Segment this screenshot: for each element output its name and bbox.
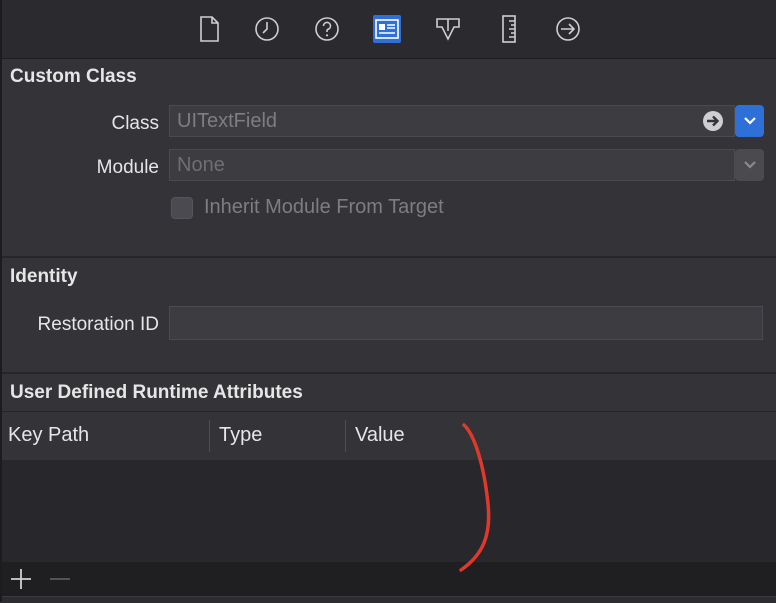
plus-icon[interactable] (10, 568, 32, 590)
file-inspector-icon[interactable] (195, 15, 223, 43)
red-annotation-stroke (459, 423, 491, 572)
module-label: Module (96, 157, 159, 178)
go-to-class-icon[interactable] (700, 108, 726, 134)
column-separator (345, 420, 346, 452)
attributes-table-header: Key Path Type Value (2, 411, 776, 461)
module-field[interactable]: None (169, 149, 735, 181)
runtime-attributes-title: User Defined Runtime Attributes (10, 382, 303, 403)
column-type[interactable]: Type (219, 424, 262, 447)
attributes-table-body[interactable] (2, 460, 776, 562)
inherit-module-label: Inherit Module From Target (204, 196, 444, 218)
identity-inspector-icon[interactable] (373, 15, 401, 43)
size-inspector-icon[interactable] (495, 15, 523, 43)
inspector-toolbar (2, 0, 776, 59)
column-value[interactable]: Value (355, 424, 405, 447)
history-inspector-icon[interactable] (253, 15, 281, 43)
restoration-id-label: Restoration ID (37, 314, 159, 335)
chevron-down-icon (743, 117, 756, 125)
class-value: UITextField (177, 109, 278, 132)
section-divider (2, 372, 776, 374)
class-field[interactable]: UITextField (169, 105, 735, 137)
section-divider (2, 256, 776, 258)
inherit-module-checkbox[interactable] (171, 197, 193, 219)
module-placeholder: None (177, 153, 225, 176)
attributes-table-footer (2, 562, 776, 596)
custom-class-title: Custom Class (10, 66, 137, 87)
connections-inspector-icon[interactable] (554, 15, 582, 43)
chevron-down-icon (743, 161, 756, 169)
attributes-inspector-icon[interactable] (434, 15, 462, 43)
column-key-path[interactable]: Key Path (8, 424, 89, 447)
module-dropdown-button[interactable] (735, 149, 764, 181)
class-dropdown-button[interactable] (735, 105, 764, 137)
restoration-id-field[interactable] (169, 306, 763, 340)
column-separator (209, 420, 210, 452)
quick-help-icon[interactable] (313, 15, 341, 43)
identity-title: Identity (10, 266, 78, 287)
minus-icon[interactable] (49, 568, 71, 590)
class-label: Class (111, 113, 159, 134)
